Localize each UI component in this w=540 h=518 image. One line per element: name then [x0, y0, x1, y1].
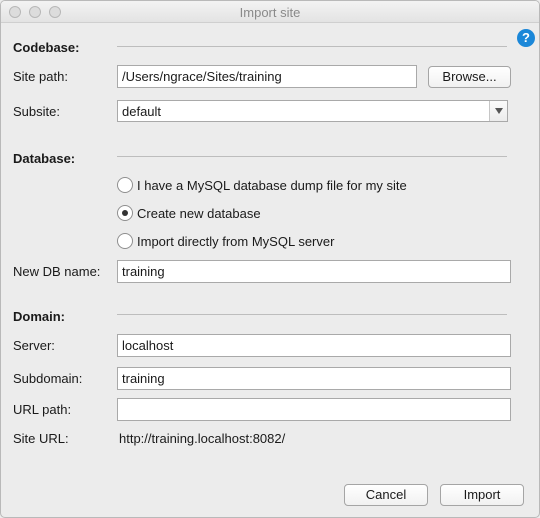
server-label: Server: — [13, 338, 55, 353]
new-db-name-field[interactable]: training — [117, 260, 511, 283]
database-heading: Database: — [13, 151, 76, 166]
browse-button[interactable]: Browse... — [428, 66, 511, 88]
site-path-label: Site path: — [13, 69, 68, 84]
server-field[interactable]: localhost — [117, 334, 511, 357]
radio-dump-file-circle[interactable] — [117, 177, 133, 193]
radio-import-mysql-label[interactable]: Import directly from MySQL server — [137, 234, 334, 249]
site-path-field[interactable]: /Users/ngrace/Sites/training — [117, 65, 417, 88]
codebase-divider — [117, 46, 507, 47]
radio-dump-file-label[interactable]: I have a MySQL database dump file for my… — [137, 178, 407, 193]
subdomain-label: Subdomain: — [13, 371, 83, 386]
radio-selected-dot — [122, 210, 128, 216]
subsite-select[interactable]: default — [117, 100, 508, 122]
titlebar: Import site — [1, 1, 539, 23]
cancel-button[interactable]: Cancel — [344, 484, 428, 506]
subdomain-field[interactable]: training — [117, 367, 511, 390]
domain-divider — [117, 314, 507, 315]
url-path-field[interactable] — [117, 398, 511, 421]
window-title: Import site — [239, 5, 301, 20]
chevron-down-icon — [495, 108, 503, 114]
subsite-dropdown-toggle[interactable] — [489, 101, 507, 121]
radio-import-mysql-circle[interactable] — [117, 233, 133, 249]
domain-heading: Domain: — [13, 309, 65, 324]
help-icon[interactable]: ? — [517, 29, 535, 47]
radio-create-new-db-label[interactable]: Create new database — [137, 206, 261, 221]
codebase-heading: Codebase: — [13, 40, 80, 55]
radio-create-new-db-circle[interactable] — [117, 205, 133, 221]
subsite-value: default — [122, 104, 162, 119]
database-divider — [117, 156, 507, 157]
new-db-name-label: New DB name: — [13, 264, 101, 279]
site-url-label: Site URL: — [13, 431, 69, 446]
url-path-label: URL path: — [13, 402, 72, 417]
site-url-value: http://training.localhost:8082/ — [119, 431, 286, 446]
import-button[interactable]: Import — [440, 484, 524, 506]
subsite-label: Subsite: — [13, 104, 60, 119]
import-site-window: Import site ? Codebase: Site path: /User… — [0, 0, 540, 518]
